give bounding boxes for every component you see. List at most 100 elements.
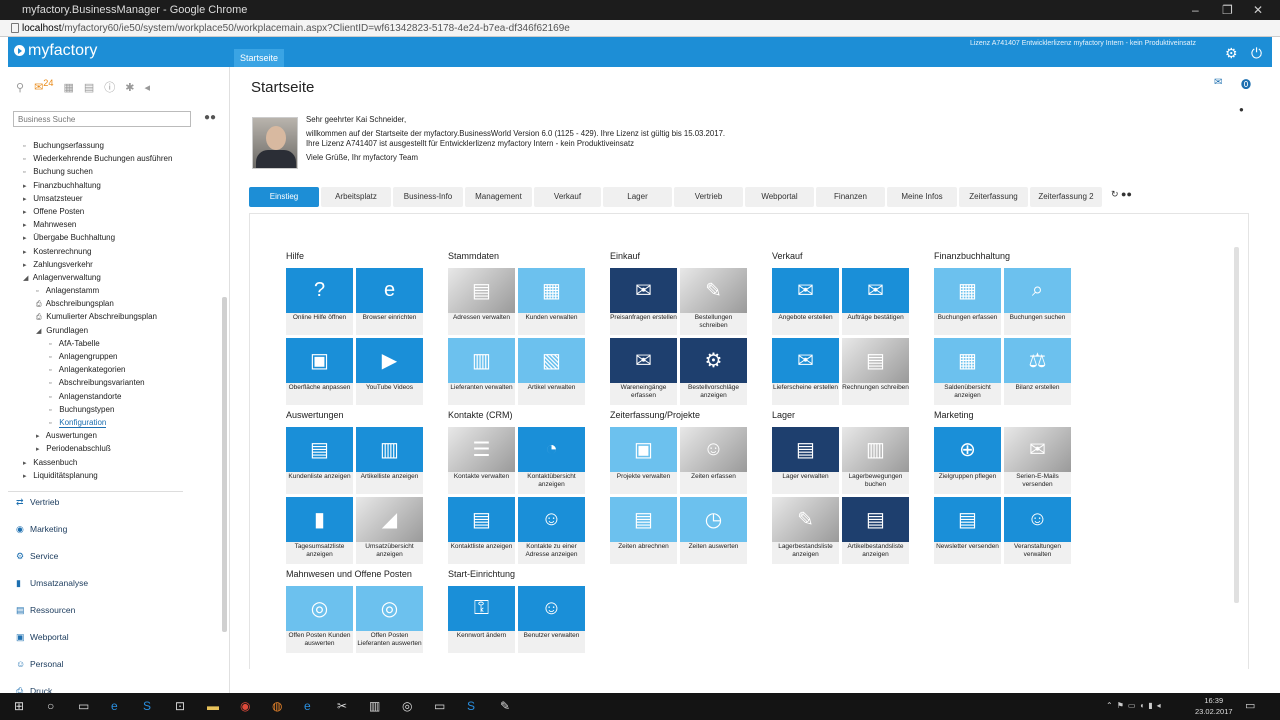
power-icon[interactable]: ⏻: [1251, 45, 1262, 62]
search-icon[interactable]: ○: [47, 699, 54, 713]
tile-buchungen-erfassen[interactable]: ▦ Buchungen erfassen: [934, 268, 1001, 335]
skype-icon[interactable]: S: [143, 699, 151, 713]
tile-wareneingänge-erfassen[interactable]: ✉ Wareneingänge erfassen: [610, 338, 677, 405]
tile-zeiten-erfassen[interactable]: ☺ Zeiten erfassen: [680, 427, 747, 494]
tree-item[interactable]: ▫ Buchungstypen: [8, 403, 223, 416]
tile-browser-einrichten[interactable]: e Browser einrichten: [356, 268, 423, 335]
tile-rechnungen-schreiben[interactable]: ▤ Rechnungen schreiben: [842, 338, 909, 405]
chrome-icon[interactable]: ◉: [240, 699, 250, 713]
tile-lieferscheine-erstellen[interactable]: ✉ Lieferscheine erstellen: [772, 338, 839, 405]
tab-meine-infos[interactable]: Meine Infos: [887, 187, 957, 207]
tile-bestellungen-schreiben[interactable]: ✎ Bestellungen schreiben: [680, 268, 747, 335]
tile-tagesumsatzliste-anzeigen[interactable]: ▮ Tagesumsatzliste anzeigen: [286, 497, 353, 564]
tile-kontakte-zu-einer-adresse-anzeigen[interactable]: ☺ Kontakte zu einer Adresse anzeigen: [518, 497, 585, 564]
module-druck[interactable]: ⎙ Druck: [16, 678, 216, 693]
tile-preisanfragen-erstellen[interactable]: ✉ Preisanfragen erstellen: [610, 268, 677, 335]
tasks-icon[interactable]: ▤: [84, 81, 94, 94]
url-text[interactable]: localhost/myfactory60/ie50/system/workpl…: [22, 23, 570, 34]
tree-item[interactable]: ▫ Wiederkehrende Buchungen ausführen: [8, 152, 223, 165]
help-icon[interactable]: ⓿: [1241, 76, 1251, 91]
module-personal[interactable]: ☺ Personal: [16, 651, 216, 678]
tile-benutzer-verwalten[interactable]: ☺ Benutzer verwalten: [518, 586, 585, 653]
tile-artikel-verwalten[interactable]: ▧ Artikel verwalten: [518, 338, 585, 405]
sidebar-scrollbar[interactable]: [222, 297, 227, 632]
firefox-icon[interactable]: ◍: [272, 699, 282, 713]
tool-icon[interactable]: ✂: [337, 699, 347, 713]
pin-icon[interactable]: ⚲: [16, 81, 24, 94]
settings-app-icon[interactable]: ◎: [402, 699, 412, 713]
module-ressourcen[interactable]: ▤ Ressourcen: [16, 597, 216, 624]
tile-lieferanten-verwalten[interactable]: ▥ Lieferanten verwalten: [448, 338, 515, 405]
tree-item[interactable]: ▫ Anlagenkategorien: [8, 363, 223, 376]
collapse-icon[interactable]: ◂: [145, 81, 151, 94]
tab-lager[interactable]: Lager: [603, 187, 672, 207]
address-bar[interactable]: localhost/myfactory60/ie50/system/workpl…: [0, 20, 1280, 37]
tree-item[interactable]: ▫ Buchung suchen: [8, 165, 223, 178]
tab-vertrieb[interactable]: Vertrieb: [674, 187, 743, 207]
snip-icon[interactable]: ✎: [500, 699, 510, 713]
tile-bilanz-erstellen[interactable]: ⚖ Bilanz erstellen: [1004, 338, 1071, 405]
tree-item[interactable]: ▫ AfA-Tabelle: [8, 337, 223, 350]
notification-center-icon[interactable]: ▭: [1245, 699, 1255, 712]
taskbar-clock[interactable]: 16:39 23.02.2017: [1195, 695, 1233, 717]
tree-item[interactable]: ▫ Abschreibungsvarianten: [8, 376, 223, 389]
tree-item[interactable]: ⎙ Abschreibungsplan: [8, 297, 223, 310]
tree-item[interactable]: ▸ Offene Posten: [8, 205, 223, 218]
content-scrollbar[interactable]: [1234, 247, 1239, 603]
system-tray[interactable]: ⌃⚑▭◖▮◂: [1106, 701, 1165, 710]
tab-zeiterfassung-2[interactable]: Zeiterfassung 2: [1030, 187, 1102, 207]
tree-item[interactable]: ▫ Anlagenstamm: [8, 284, 223, 297]
tree-item[interactable]: ▫ Konfiguration: [8, 416, 223, 429]
app-icon[interactable]: ▥: [369, 699, 380, 713]
tile-youtube-videos[interactable]: ▶ YouTube Videos: [356, 338, 423, 405]
tab-finanzen[interactable]: Finanzen: [816, 187, 885, 207]
ie-icon[interactable]: e: [304, 699, 311, 713]
module-marketing[interactable]: ◉ Marketing: [16, 516, 216, 543]
info-icon[interactable]: ⓘ: [104, 79, 115, 95]
tab-zeiterfassung[interactable]: Zeiterfassung: [959, 187, 1028, 207]
tree-item[interactable]: ▫ Anlagenstandorte: [8, 390, 223, 403]
business-search-input[interactable]: [13, 111, 191, 127]
tile-oberfläche-anpassen[interactable]: ▣ Oberfläche anpassen: [286, 338, 353, 405]
tile-bestellvorschläge-anzeigen[interactable]: ⚙ Bestellvorschläge anzeigen: [680, 338, 747, 405]
tree-item[interactable]: ▸ Auswertungen: [8, 429, 223, 442]
tile-newsletter-versenden[interactable]: ▤ Newsletter versenden: [934, 497, 1001, 564]
tree-item[interactable]: ⎙ Kumulierter Abschreibungsplan: [8, 310, 223, 323]
tree-item[interactable]: ▸ Umsatzsteuer: [8, 192, 223, 205]
tile-artikelbestandsliste-anzeigen[interactable]: ▤ Artikelbestandsliste anzeigen: [842, 497, 909, 564]
tile-kunden-verwalten[interactable]: ▦ Kunden verwalten: [518, 268, 585, 335]
tile-angebote-erstellen[interactable]: ✉ Angebote erstellen: [772, 268, 839, 335]
tree-item[interactable]: ▸ Finanzbuchhaltung: [8, 179, 223, 192]
tab-business-info[interactable]: Business-Info: [393, 187, 463, 207]
tree-item[interactable]: ▸ Übergabe Buchhaltung: [8, 231, 223, 244]
tree-item[interactable]: ◢ Anlagenverwaltung: [8, 271, 223, 284]
tile-lagerbestandsliste-anzeigen[interactable]: ✎ Lagerbestandsliste anzeigen: [772, 497, 839, 564]
tile-aufträge-bestätigen[interactable]: ✉ Aufträge bestätigen: [842, 268, 909, 335]
tile-artikelliste-anzeigen[interactable]: ▥ Artikelliste anzeigen: [356, 427, 423, 494]
module-vertrieb[interactable]: ⇄ Vertrieb: [16, 489, 216, 516]
module-webportal[interactable]: ▣ Webportal: [16, 624, 216, 651]
store-icon[interactable]: ⊡: [175, 699, 185, 713]
edge-icon[interactable]: e: [111, 699, 118, 713]
tree-item[interactable]: ▸ Zahlungsverkehr: [8, 258, 223, 271]
tab-webportal[interactable]: Webportal: [745, 187, 814, 207]
tab-einstieg[interactable]: Einstieg: [249, 187, 319, 207]
tile-zeiten-abrechnen[interactable]: ▤ Zeiten abrechnen: [610, 497, 677, 564]
tab-arbeitsplatz[interactable]: Arbeitsplatz: [321, 187, 391, 207]
app-logo[interactable]: myfactory: [14, 42, 97, 60]
maximize-icon[interactable]: ❐: [1222, 3, 1233, 17]
tile-veranstaltungen-verwalten[interactable]: ☺ Veranstaltungen verwalten: [1004, 497, 1071, 564]
tree-item[interactable]: ▸ Kostenrechnung: [8, 245, 223, 258]
settings-gear-icon[interactable]: ⚙: [1225, 45, 1238, 62]
tree-item[interactable]: ▫ Buchungserfassung: [8, 139, 223, 152]
tile-lagerbewegungen-buchen[interactable]: ▥ Lagerbewegungen buchen: [842, 427, 909, 494]
minimize-icon[interactable]: –: [1192, 3, 1199, 17]
window-app-icon[interactable]: ▭: [434, 699, 445, 713]
tile-adressen-verwalten[interactable]: ▤ Adressen verwalten: [448, 268, 515, 335]
task-view-icon[interactable]: ▭: [78, 699, 89, 713]
tab-refresh-icon[interactable]: ↻ ●●: [1111, 189, 1132, 200]
tab-verkauf[interactable]: Verkauf: [534, 187, 601, 207]
tree-item[interactable]: ▸ Kassenbuch: [8, 456, 223, 469]
tile-kennwort-ändern[interactable]: ⚿ Kennwort ändern: [448, 586, 515, 653]
header-tab-startseite[interactable]: Startseite: [234, 49, 284, 67]
